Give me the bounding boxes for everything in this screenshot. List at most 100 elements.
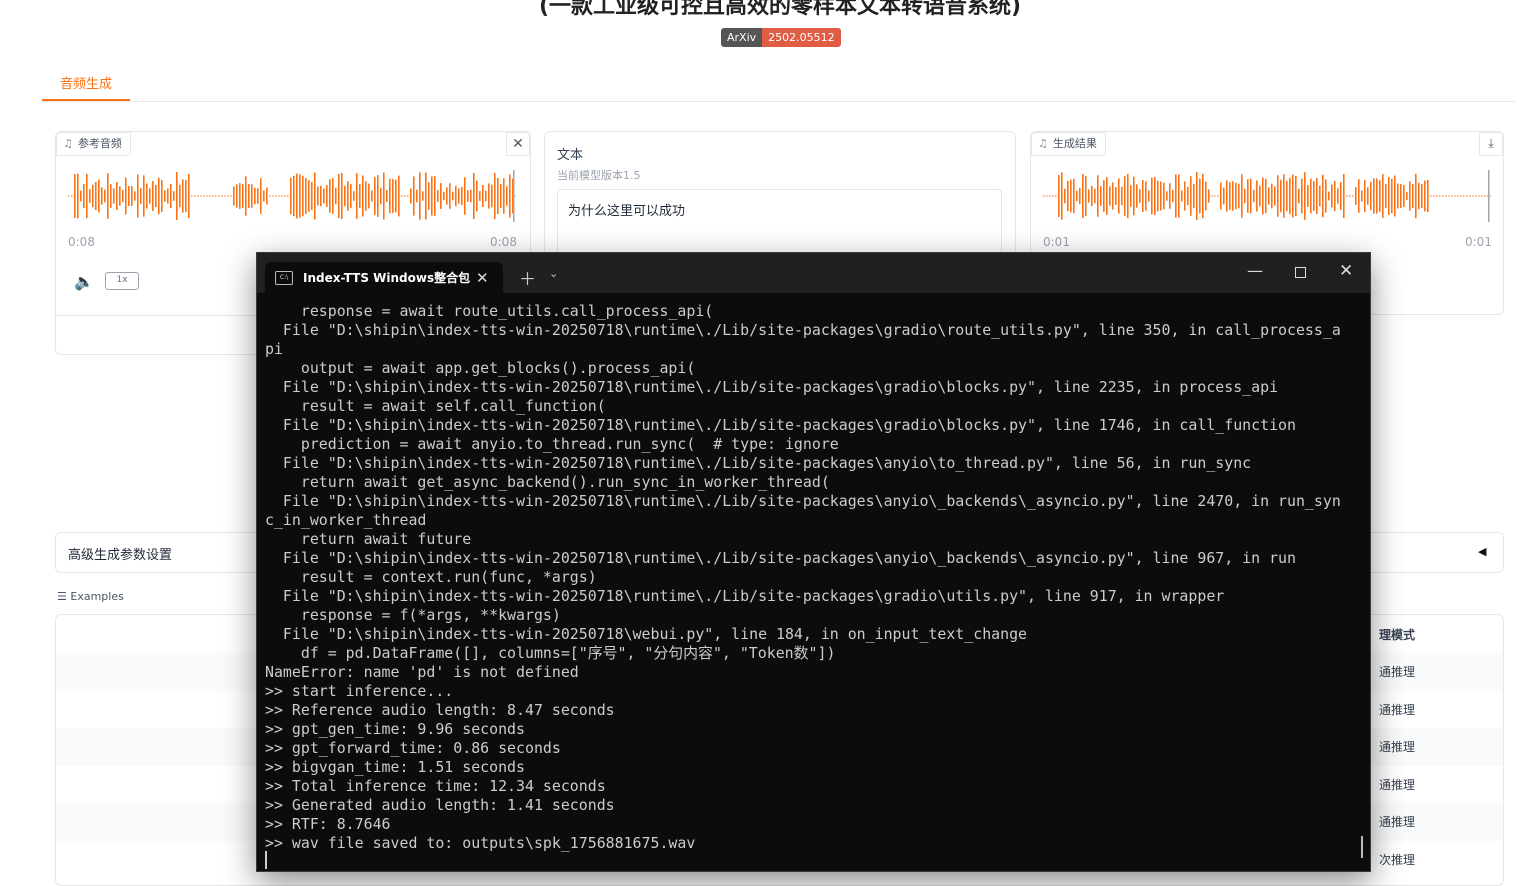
waveform-bar xyxy=(1385,183,1387,209)
waveform-bar xyxy=(215,195,217,197)
waveform-bar xyxy=(1460,195,1462,197)
waveform-bar xyxy=(1412,184,1414,208)
waveform-bar xyxy=(389,178,391,214)
waveform-bar xyxy=(1112,182,1114,210)
tab-bar: 音频生成 xyxy=(42,71,1515,102)
minimize-icon[interactable]: — xyxy=(1247,261,1263,280)
waveform-bar xyxy=(1205,181,1207,211)
maximize-icon[interactable] xyxy=(1295,267,1306,278)
waveform-bar xyxy=(347,181,349,211)
waveform-playhead xyxy=(513,170,515,222)
waveform-bar xyxy=(362,175,364,217)
download-icon[interactable]: ⤓ xyxy=(1479,132,1503,156)
waveform-bar xyxy=(236,184,238,208)
waveform-bar xyxy=(395,179,397,213)
waveform-bar xyxy=(434,176,436,216)
waveform-bar xyxy=(83,184,85,208)
waveform-bar xyxy=(1208,189,1210,203)
waveform-bar xyxy=(167,188,169,204)
terminal-line: result = context.run(func, *args) xyxy=(265,568,597,586)
result-time-total: 0:01 xyxy=(1465,235,1492,249)
waveform-bar xyxy=(509,174,511,218)
waveform-bar xyxy=(1346,195,1348,197)
waveform-bar xyxy=(332,178,334,214)
terminal-line: File "D:\shipin\index-tts-win-20250718\r… xyxy=(265,492,1341,510)
waveform-bar xyxy=(374,177,376,215)
close-icon[interactable]: ✕ xyxy=(506,132,530,156)
waveform-bar xyxy=(473,172,475,220)
waveform-bar xyxy=(497,177,499,215)
waveform-bar xyxy=(359,183,361,209)
waveform-bar xyxy=(149,188,151,204)
waveform-bar xyxy=(1475,195,1477,197)
waveform-bar xyxy=(1406,191,1408,201)
waveform-bar xyxy=(248,183,250,209)
waveform-bar xyxy=(77,173,79,219)
waveform-bar xyxy=(515,195,516,197)
waveform-bar xyxy=(1427,179,1429,213)
waveform-bar xyxy=(1154,176,1156,216)
playback-speed-button[interactable]: 1x xyxy=(105,272,139,290)
result-waveform[interactable] xyxy=(1043,168,1491,224)
volume-icon[interactable]: 🔈 xyxy=(74,272,94,291)
waveform-bar xyxy=(1073,178,1075,214)
waveform-bar xyxy=(398,175,400,217)
chevron-down-icon[interactable]: ⌄ xyxy=(549,267,558,280)
waveform-bar xyxy=(1142,179,1144,213)
waveform-bar xyxy=(1124,176,1126,216)
waveform-bar xyxy=(1127,173,1129,219)
terminal-scrollbar[interactable] xyxy=(1361,836,1363,858)
waveform-bar xyxy=(74,174,76,218)
waveform-bar xyxy=(269,195,271,197)
waveform-bar xyxy=(320,185,322,207)
waveform-bar xyxy=(1445,195,1447,197)
close-icon[interactable]: ✕ xyxy=(476,269,489,287)
page-title: (一款工业级可控且高效的零样本文本转语音系统) xyxy=(538,0,1022,19)
waveform-bar xyxy=(1172,189,1174,203)
terminal-line: return await get_async_backend().run_syn… xyxy=(265,473,830,491)
waveform-bar xyxy=(1181,190,1183,202)
terminal-tab[interactable]: C:\ Index-TTS Windows整合包 py ✕ xyxy=(265,262,503,293)
waveform-bar xyxy=(1376,178,1378,214)
waveform-bar xyxy=(1130,185,1132,207)
terminal-output[interactable]: response = await route_utils.call_proces… xyxy=(265,302,1355,853)
waveform-bar xyxy=(371,190,373,202)
waveform-bar xyxy=(1358,179,1360,213)
reference-time-total: 0:08 xyxy=(490,235,517,249)
waveform-bar xyxy=(413,176,415,216)
waveform-bar xyxy=(1235,182,1237,210)
new-tab-plus-icon[interactable]: ＋ xyxy=(519,265,536,290)
waveform-bar xyxy=(287,195,289,197)
terminal-line: File "D:\shipin\index-tts-win-20250718\r… xyxy=(265,587,1225,605)
tab-audio-generation[interactable]: 音频生成 xyxy=(42,71,130,101)
waveform-bar xyxy=(437,190,439,202)
terminal-titlebar[interactable]: C:\ Index-TTS Windows整合包 py ✕ ＋ ⌄ — ✕ xyxy=(257,253,1370,293)
terminal-line: >> RTF: 8.7646 xyxy=(265,815,391,833)
waveform-bar xyxy=(1268,187,1270,205)
waveform-bar xyxy=(146,183,148,209)
waveform-bar xyxy=(1382,174,1384,218)
waveform-bar xyxy=(194,195,196,197)
reference-waveform[interactable] xyxy=(68,168,516,224)
waveform-bar xyxy=(1454,195,1456,197)
waveform-bar xyxy=(455,185,457,207)
waveform-bar xyxy=(416,189,418,203)
waveform-bar xyxy=(1199,178,1201,214)
waveform-bar xyxy=(1262,177,1264,215)
terminal-window[interactable]: C:\ Index-TTS Windows整合包 py ✕ ＋ ⌄ — ✕ re… xyxy=(256,252,1371,872)
waveform-bar xyxy=(1277,175,1279,217)
waveform-bar xyxy=(1196,172,1198,220)
terminal-line: >> gpt_forward_time: 0.86 seconds xyxy=(265,739,561,757)
arxiv-badge[interactable]: ArXiv 2502.05512 xyxy=(721,28,841,47)
waveform-bar xyxy=(1070,179,1072,213)
waveform-bar xyxy=(1322,174,1324,218)
terminal-line: output = await app.get_blocks().process_… xyxy=(265,359,696,377)
window-close-icon[interactable]: ✕ xyxy=(1339,261,1353,281)
waveform-bar xyxy=(1088,189,1090,203)
reference-audio-label: 参考音频 xyxy=(77,137,122,150)
waveform-bar xyxy=(470,189,472,203)
terminal-cursor xyxy=(265,851,267,869)
waveform-bar xyxy=(443,191,445,201)
waveform-bar xyxy=(242,184,244,208)
waveform-bar xyxy=(1364,179,1366,213)
